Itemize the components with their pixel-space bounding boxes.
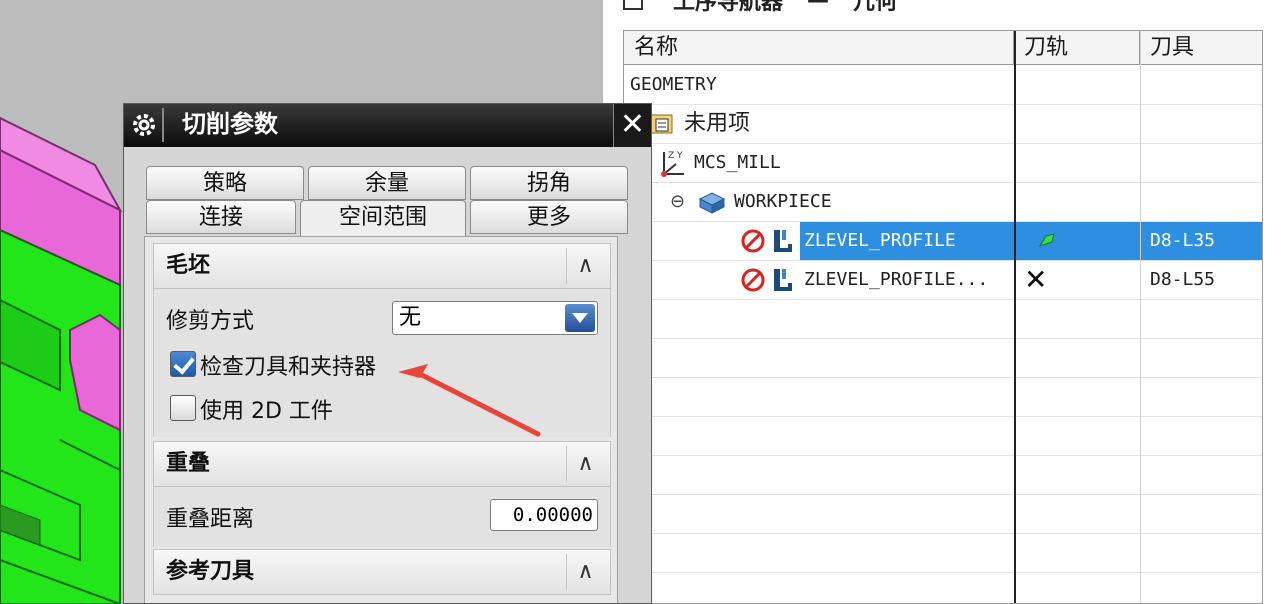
tree-item-label: GEOMETRY	[630, 74, 717, 95]
operation-icon	[768, 222, 798, 260]
tree-row-mcs-mill[interactable]: Z Y MCS_MILL	[624, 144, 1262, 183]
empty-row	[624, 495, 1262, 534]
column-header-tool[interactable]: 刀具	[1140, 31, 1262, 65]
toolpath-ok-icon	[1034, 222, 1064, 260]
no-entry-icon	[740, 222, 768, 260]
chevron-down-icon[interactable]	[565, 304, 595, 332]
empty-row	[624, 300, 1262, 339]
tree-item-label: 未用项	[684, 111, 751, 136]
annotation-arrow-icon	[398, 364, 541, 437]
operation-icon	[768, 261, 798, 299]
section-header-reference-tool[interactable]: 参考刀具 ∧	[153, 549, 611, 595]
tab-stock[interactable]: 余量	[308, 166, 466, 200]
trim-method-label: 修剪方式	[166, 309, 255, 334]
dialog-title: 切削参数	[182, 110, 278, 138]
trim-method-dropdown[interactable]: 无	[392, 301, 598, 335]
tab-spatial-range[interactable]: 空间范围	[300, 200, 466, 236]
tree-row-geometry[interactable]: GEOMETRY	[624, 66, 1262, 105]
tab-strategy[interactable]: 策略	[146, 166, 304, 200]
navigator-title-text: 工序导航器	[673, 0, 784, 15]
use-2d-workpiece-checkbox[interactable]	[170, 395, 196, 421]
toolpath-missing-icon: ✕	[1024, 263, 1048, 296]
cutting-parameters-dialog: 切削参数 ✕ 策略 余量 拐角 连接 更多 毛坯 ∧ 修剪方式 无 检查刀具和夹…	[123, 103, 652, 604]
section-header-overlap[interactable]: 重叠 ∧	[153, 441, 611, 487]
column-header-name[interactable]: 名称	[624, 31, 1014, 65]
navigator-title-separator: —	[807, 0, 830, 13]
navigator-table: 名称 刀轨 刀具 GEOMETRY 未用项 Z Y MCS_MILL ⊖ WOR…	[623, 30, 1263, 604]
operation-navigator: 工序导航器 — 几何 名称 刀轨 刀具 GEOMETRY 未用项 Z Y MCS…	[602, 0, 1282, 604]
empty-row	[624, 417, 1262, 456]
tree-row-unused[interactable]: 未用项	[624, 105, 1262, 144]
tab-more[interactable]: 更多	[470, 200, 628, 234]
section-title: 参考刀具	[166, 559, 255, 584]
tree-item-label: MCS_MILL	[694, 152, 781, 173]
column-divider	[1140, 31, 1141, 603]
gear-icon[interactable]	[130, 111, 158, 139]
trim-method-value: 无	[399, 305, 422, 330]
navigator-title: 工序导航器 — 几何	[623, 0, 898, 15]
tree-row-workpiece[interactable]: ⊖ WORKPIECE	[624, 183, 1262, 222]
navigator-view-name: 几何	[853, 0, 898, 15]
tree-item-label: WORKPIECE	[734, 191, 832, 212]
use-2d-workpiece-label[interactable]: 使用 2D 工件	[200, 393, 333, 425]
empty-row	[624, 573, 1262, 603]
empty-row	[624, 534, 1262, 573]
navigator-pin-checkbox[interactable]	[623, 0, 643, 10]
section-content-overlap: 重叠距离 0.00000	[153, 487, 611, 547]
tree-row-zlevel-profile-2[interactable]: ZLEVEL_PROFILE... ✕ D8-L55	[624, 261, 1262, 300]
overlap-distance-input[interactable]: 0.00000	[490, 499, 598, 531]
collapse-chevron-icon[interactable]: ∧	[566, 554, 604, 590]
no-entry-icon	[740, 261, 768, 299]
column-divider	[1014, 31, 1016, 603]
dialog-titlebar[interactable]: 切削参数 ✕	[124, 104, 651, 147]
workpiece-icon	[698, 183, 728, 221]
tab-corners[interactable]: 拐角	[470, 166, 628, 200]
titlebar-divider	[162, 108, 164, 142]
collapse-chevron-icon[interactable]: ∧	[566, 248, 604, 284]
empty-row	[624, 456, 1262, 495]
coordinate-system-icon: Z Y	[654, 144, 694, 182]
collapse-chevron-icon[interactable]: ∧	[566, 446, 604, 482]
close-icon[interactable]: ✕	[613, 104, 651, 147]
column-header-toolpath[interactable]: 刀轨	[1014, 31, 1140, 65]
section-title: 重叠	[166, 451, 211, 476]
check-tool-holder-label[interactable]: 检查刀具和夹持器	[200, 349, 376, 381]
tab-connections[interactable]: 连接	[146, 200, 296, 234]
empty-row	[624, 339, 1262, 378]
tree-item-label: ZLEVEL_PROFILE...	[804, 269, 989, 290]
overlap-distance-label: 重叠距离	[166, 507, 255, 532]
section-header-blank[interactable]: 毛坯 ∧	[153, 243, 611, 289]
section-title: 毛坯	[166, 253, 211, 278]
svg-text:Z Y: Z Y	[668, 151, 683, 161]
tool-name: D8-L55	[1150, 269, 1216, 290]
tool-name: D8-L35	[1150, 230, 1216, 251]
check-tool-holder-checkbox[interactable]	[170, 351, 196, 377]
tree-row-zlevel-profile-1[interactable]: ZLEVEL_PROFILE D8-L35	[624, 222, 1262, 261]
tree-item-label: ZLEVEL_PROFILE	[804, 230, 956, 251]
empty-row	[624, 378, 1262, 417]
collapse-icon[interactable]: ⊖	[670, 183, 685, 221]
